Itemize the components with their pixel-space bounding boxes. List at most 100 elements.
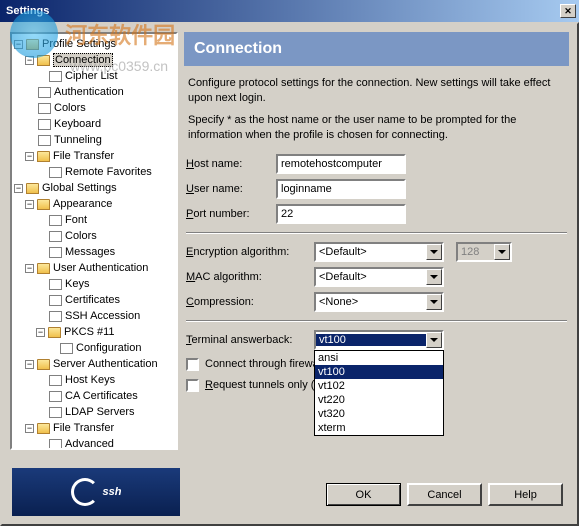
terminal-dropdown-list[interactable]: ansi vt100 vt102 vt220 vt320 xterm: [314, 350, 444, 436]
tree-certificates[interactable]: Certificates: [14, 292, 174, 308]
settings-panel: Connection Configure protocol settings f…: [184, 32, 569, 450]
mac-combo[interactable]: <Default>: [314, 267, 444, 287]
page-icon: [49, 279, 62, 290]
collapse-icon[interactable]: −: [25, 264, 34, 273]
compression-combo[interactable]: <None>: [314, 292, 444, 312]
dropdown-button[interactable]: [426, 269, 442, 285]
mac-label: MAC algorithm:: [186, 271, 314, 283]
host-name-label: Host name:: [186, 158, 276, 170]
port-number-label: Port number:: [186, 208, 276, 220]
divider: [186, 320, 567, 322]
tunnels-checkbox[interactable]: [186, 379, 199, 392]
tunnels-label: Request tunnels only (dis: [205, 379, 329, 391]
dropdown-button[interactable]: [426, 294, 442, 310]
settings-tree[interactable]: −Profile Settings −Connection Cipher Lis…: [10, 32, 178, 450]
help-button[interactable]: Help: [488, 483, 563, 506]
tree-configuration[interactable]: Configuration: [14, 340, 174, 356]
firewall-checkbox[interactable]: [186, 358, 199, 371]
page-icon: [49, 311, 62, 322]
folder-icon: [48, 327, 61, 338]
tree-messages[interactable]: Messages: [14, 244, 174, 260]
page-icon: [49, 215, 62, 226]
tree-appearance[interactable]: −Appearance: [14, 196, 174, 212]
page-icon: [49, 167, 62, 178]
tree-ldap-servers[interactable]: LDAP Servers: [14, 404, 174, 420]
tree-file-transfer2[interactable]: −File Transfer: [14, 420, 174, 436]
page-icon: [49, 295, 62, 306]
tree-file-transfer[interactable]: −File Transfer: [14, 148, 174, 164]
collapse-icon[interactable]: −: [36, 328, 45, 337]
ok-button[interactable]: OK: [326, 483, 401, 506]
dropdown-button[interactable]: [426, 244, 442, 260]
compression-label: Compression:: [186, 296, 314, 308]
tree-user-authentication[interactable]: −User Authentication: [14, 260, 174, 276]
port-number-input[interactable]: [276, 204, 406, 224]
collapse-icon[interactable]: −: [25, 56, 34, 65]
tree-connection[interactable]: −Connection: [14, 52, 174, 68]
collapse-icon[interactable]: −: [25, 424, 34, 433]
dropdown-option-vt100[interactable]: vt100: [315, 365, 443, 379]
tree-profile-settings[interactable]: −Profile Settings: [14, 36, 174, 52]
dropdown-option-vt102[interactable]: vt102: [315, 379, 443, 393]
dropdown-button[interactable]: [426, 332, 442, 348]
collapse-icon[interactable]: −: [25, 360, 34, 369]
collapse-icon[interactable]: −: [25, 152, 34, 161]
folder-icon: [37, 199, 50, 210]
tree-ca-certificates[interactable]: CA Certificates: [14, 388, 174, 404]
panel-title: Connection: [184, 32, 569, 66]
tree-colors[interactable]: Colors: [14, 100, 174, 116]
tree-pkcs11[interactable]: −PKCS #11: [14, 324, 174, 340]
folder-icon: [37, 151, 50, 162]
tree-font[interactable]: Font: [14, 212, 174, 228]
tree-advanced[interactable]: Advanced: [14, 436, 174, 450]
page-icon: [38, 103, 51, 114]
dropdown-option-vt320[interactable]: vt320: [315, 407, 443, 421]
tree-server-authentication[interactable]: −Server Authentication: [14, 356, 174, 372]
tree-global-settings[interactable]: −Global Settings: [14, 180, 174, 196]
page-icon: [38, 87, 51, 98]
ssh-logo-box: ssh: [12, 468, 180, 516]
chevron-down-icon: [430, 250, 438, 254]
tree-authentication[interactable]: Authentication: [14, 84, 174, 100]
host-name-input[interactable]: [276, 154, 406, 174]
divider: [186, 232, 567, 234]
panel-description-2: Specify * as the host name or the user n…: [184, 113, 569, 144]
terminal-label: Terminal answerback:: [186, 334, 314, 346]
cancel-button[interactable]: Cancel: [407, 483, 482, 506]
chevron-down-icon: [430, 300, 438, 304]
user-name-input[interactable]: [276, 179, 406, 199]
close-button[interactable]: ✕: [560, 4, 576, 18]
encryption-combo[interactable]: <Default>: [314, 242, 444, 262]
tree-cipher-list[interactable]: Cipher List: [14, 68, 174, 84]
tree-keyboard[interactable]: Keyboard: [14, 116, 174, 132]
tree-keys[interactable]: Keys: [14, 276, 174, 292]
page-icon: [38, 135, 51, 146]
page-icon: [49, 391, 62, 402]
terminal-combo[interactable]: vt100 ansi vt100 vt102 vt220 vt320 xterm: [314, 330, 444, 350]
dropdown-option-ansi[interactable]: ansi: [315, 351, 443, 365]
tree-tunneling[interactable]: Tunneling: [14, 132, 174, 148]
tree-host-keys[interactable]: Host Keys: [14, 372, 174, 388]
panel-description-1: Configure protocol settings for the conn…: [184, 76, 569, 107]
page-icon: [49, 71, 62, 82]
chevron-down-icon: [498, 250, 506, 254]
chevron-down-icon: [430, 338, 438, 342]
tree-colors2[interactable]: Colors: [14, 228, 174, 244]
chevron-down-icon: [430, 275, 438, 279]
page-icon: [49, 231, 62, 242]
dropdown-option-vt220[interactable]: vt220: [315, 393, 443, 407]
page-icon: [60, 343, 73, 354]
window-title: Settings: [3, 5, 560, 17]
titlebar: Settings ✕: [0, 0, 579, 22]
collapse-icon[interactable]: −: [14, 40, 23, 49]
collapse-icon[interactable]: −: [25, 200, 34, 209]
folder-icon: [37, 423, 50, 434]
collapse-icon[interactable]: −: [14, 184, 23, 193]
tree-remote-favorites[interactable]: Remote Favorites: [14, 164, 174, 180]
page-icon: [49, 247, 62, 258]
ssh-logo-icon: ssh: [71, 478, 122, 506]
dropdown-option-xterm[interactable]: xterm: [315, 421, 443, 435]
page-icon: [49, 407, 62, 418]
page-icon: [49, 375, 62, 386]
tree-ssh-accession[interactable]: SSH Accession: [14, 308, 174, 324]
